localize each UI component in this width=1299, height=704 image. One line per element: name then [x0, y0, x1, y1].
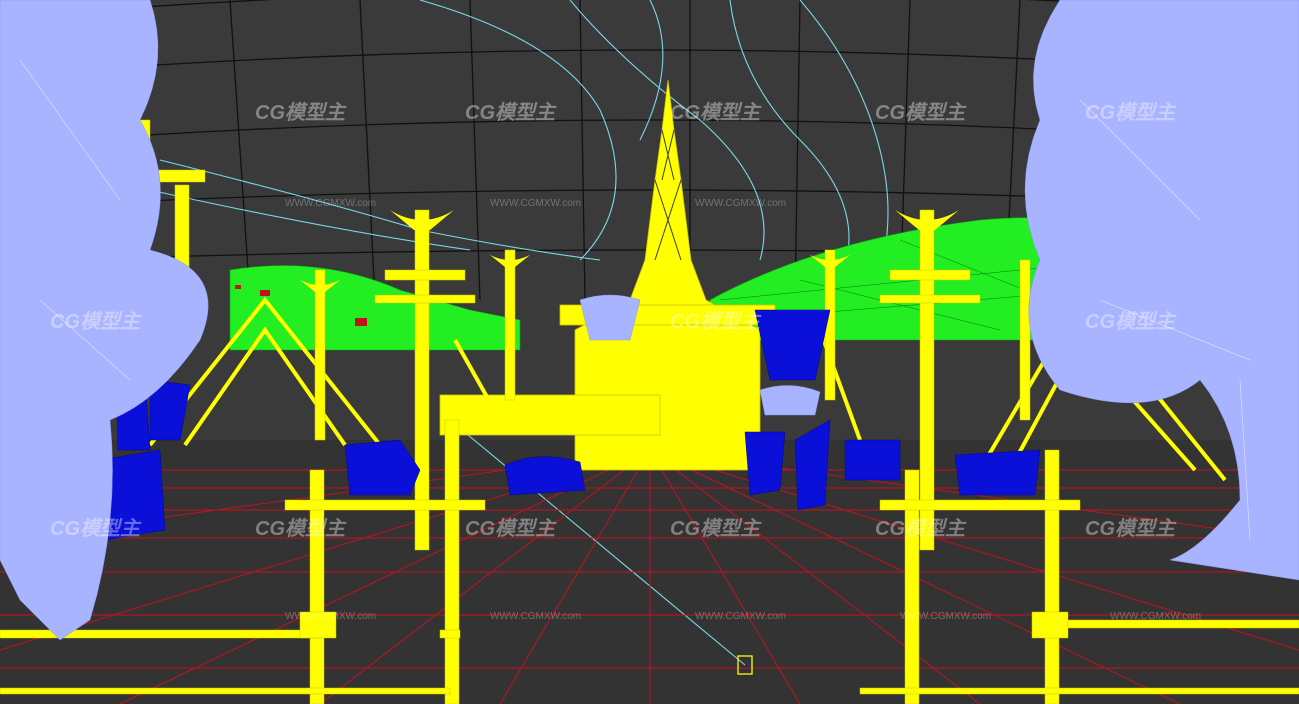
- scene-wireframe: [0, 0, 1299, 704]
- 3d-viewport[interactable]: CG模型主 CG模型主 CG模型主 CG模型主 CG模型主 CG模型主 CG模型…: [0, 0, 1299, 704]
- central-stupa: [439, 79, 776, 471]
